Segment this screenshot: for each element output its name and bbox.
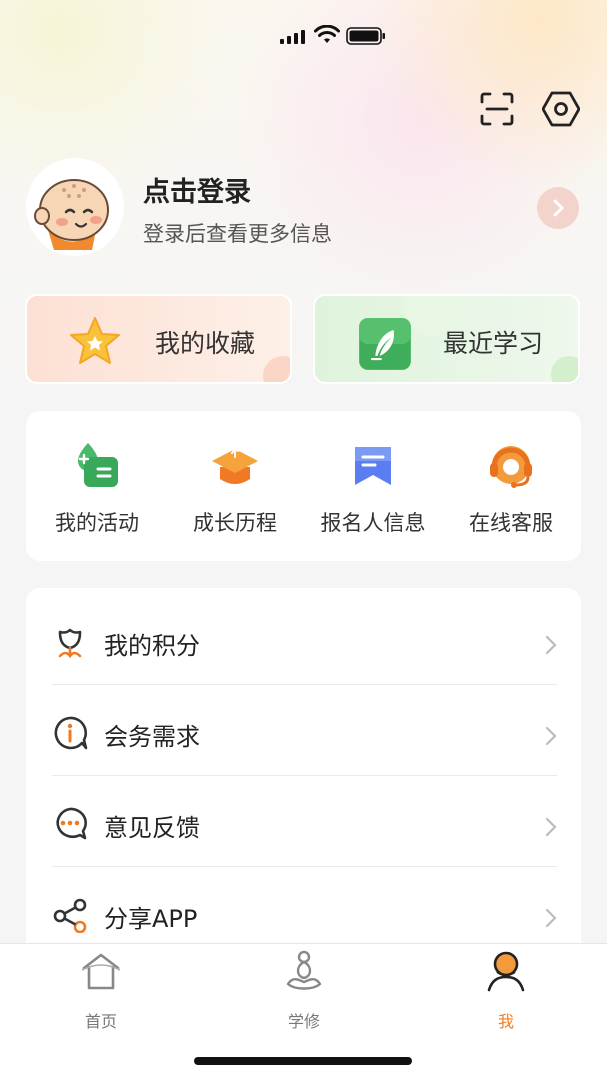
grid-item-label: 我的活动 <box>55 511 139 535</box>
info-bubble-icon <box>54 716 88 750</box>
home-indicator <box>194 1057 412 1065</box>
grid-item-customer-service[interactable]: 在线客服 <box>442 431 580 541</box>
list-item-points[interactable]: 我的积分 <box>52 594 582 685</box>
settings-hexagon-icon[interactable] <box>542 90 580 128</box>
tab-label: 首页 <box>84 1012 117 1031</box>
recent-study-label: 最近学习 <box>443 329 544 358</box>
chevron-right-icon <box>545 908 557 928</box>
grid-item-registrant-info[interactable]: 报名人信息 <box>304 431 442 541</box>
list-item-feedback[interactable]: 意见反馈 <box>52 776 582 867</box>
login-subtitle: 登录后查看更多信息 <box>143 222 332 246</box>
battery-icon <box>346 27 385 45</box>
grid-item-growth[interactable]: 成长历程 <box>166 431 304 541</box>
chevron-right-icon <box>553 199 564 217</box>
graduation-cap-icon <box>212 448 258 484</box>
grid-item-label: 报名人信息 <box>320 511 426 535</box>
tab-study[interactable]: 学修 <box>244 950 364 1031</box>
recent-study-card[interactable]: 最近学习 <box>313 294 580 384</box>
status-bar <box>0 0 607 72</box>
chevron-right-icon <box>545 726 557 746</box>
scan-icon[interactable] <box>478 90 516 128</box>
signal-icon <box>280 28 306 44</box>
list-item-label: 会务需求 <box>104 723 200 751</box>
chevron-right-icon <box>545 817 557 837</box>
star-icon <box>70 317 120 364</box>
chevron-right-icon <box>545 635 557 655</box>
feather-book-icon <box>359 318 411 370</box>
user-icon <box>487 951 525 992</box>
tab-label: 学修 <box>287 1012 320 1031</box>
grid-item-label: 成长历程 <box>193 511 277 535</box>
favorites-label: 我的收藏 <box>155 329 256 358</box>
home-icon <box>81 953 121 990</box>
favorites-card[interactable]: 我的收藏 <box>25 294 292 384</box>
chat-bubble-icon <box>56 807 87 840</box>
menu-list: 我的积分 会务需求 意见反馈 分享APP <box>26 588 581 968</box>
monk-cartoon-icon <box>34 179 109 250</box>
tab-label: 我 <box>497 1012 514 1031</box>
wifi-icon <box>314 25 340 43</box>
profile-arrow-button[interactable] <box>537 187 579 229</box>
tab-me[interactable]: 我 <box>446 950 566 1031</box>
avatar[interactable] <box>26 158 124 256</box>
share-icon <box>53 898 87 933</box>
feature-grid: 我的活动 成长历程 报名人信息 在线客服 <box>26 411 581 561</box>
headset-icon <box>490 446 532 488</box>
list-item-label: 我的积分 <box>104 632 200 660</box>
flower-icon <box>58 628 82 659</box>
list-item-label: 意见反馈 <box>104 814 200 842</box>
bookmark-icon <box>355 447 391 485</box>
login-title[interactable]: 点击登录 <box>143 170 251 209</box>
tab-home[interactable]: 首页 <box>41 950 161 1031</box>
list-item-meeting-needs[interactable]: 会务需求 <box>52 685 582 776</box>
grid-item-label: 在线客服 <box>469 511 553 535</box>
list-item-label: 分享APP <box>104 905 198 933</box>
meditation-icon <box>286 950 322 990</box>
activity-card-icon <box>78 443 118 487</box>
grid-item-activities[interactable]: 我的活动 <box>28 431 166 541</box>
